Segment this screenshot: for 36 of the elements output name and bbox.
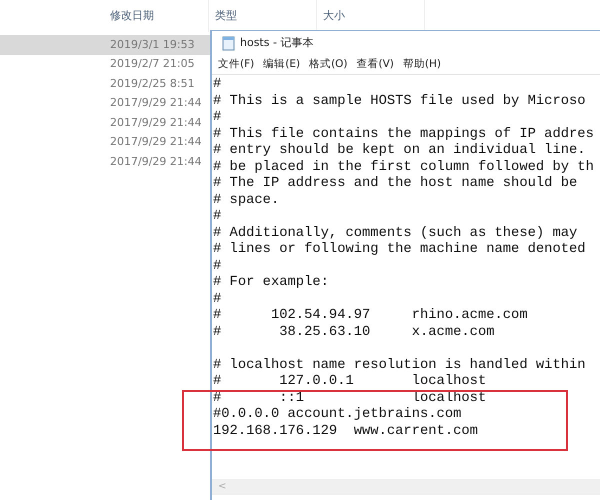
text-line: #0.0.0.0 account.jetbrains.com (212, 407, 462, 424)
text-line: 192.168.176.129 www.carrent.com (212, 424, 479, 440)
text-line: # lines or following the machine name denoted (212, 242, 587, 258)
text-line: # This file contains the mappings of IP addres (212, 126, 595, 143)
menu-item[interactable]: 文件(F) (218, 57, 254, 73)
text-line: # 127.0.0.1 localhost (212, 374, 488, 390)
column-header[interactable]: 修改日期 (104, 0, 209, 32)
file-row[interactable]: 2017/9/29 21:44 (0, 152, 210, 172)
text-line: # 102.54.94.97 rhino.acme.com (212, 308, 529, 324)
text-line: # (212, 77, 222, 94)
menu-item[interactable]: 格式(O) (309, 57, 348, 73)
text-line: # (212, 258, 222, 275)
file-row[interactable]: 2017/9/29 21:44 (0, 132, 210, 152)
notepad-icon (222, 36, 235, 51)
window-title: hosts - 记事本 (240, 35, 314, 52)
file-row[interactable]: 2019/3/1 19:53 (0, 35, 210, 54)
text-line: # (212, 110, 222, 126)
text-line: # The IP address and the host name should be (212, 176, 578, 192)
text-line: # space. (212, 192, 280, 209)
text-line: # (212, 209, 222, 226)
text-line: # entry should be kept on an individual line. (212, 143, 587, 160)
file-row[interactable]: 2017/9/29 21:44 (0, 94, 210, 113)
text-line: # This is a sample HOSTS file used by Microso (212, 94, 587, 110)
text-line: # 38.25.63.10 x.acme.com (212, 324, 496, 341)
text-line: # be placed in the first column followed by th (212, 160, 595, 176)
menu-item[interactable]: 帮助(H) (402, 57, 442, 73)
file-row[interactable]: 2017/9/29 21:44 (0, 113, 210, 132)
text-line: # (212, 292, 222, 308)
menu-item[interactable]: 编辑(E) (263, 57, 300, 73)
text-line: # ::1 localhost (212, 390, 488, 407)
file-row[interactable]: 2019/2/7 21:05 (0, 54, 210, 74)
text-line: # Additionally, comments (such as these) may (212, 226, 578, 242)
text-line: # localhost name resolution is handled within (212, 358, 587, 374)
menu-item[interactable]: 查看(V) (356, 57, 394, 73)
file-row[interactable]: 2019/2/25 8:51 (0, 74, 210, 94)
text-line: # For example: (212, 275, 330, 292)
